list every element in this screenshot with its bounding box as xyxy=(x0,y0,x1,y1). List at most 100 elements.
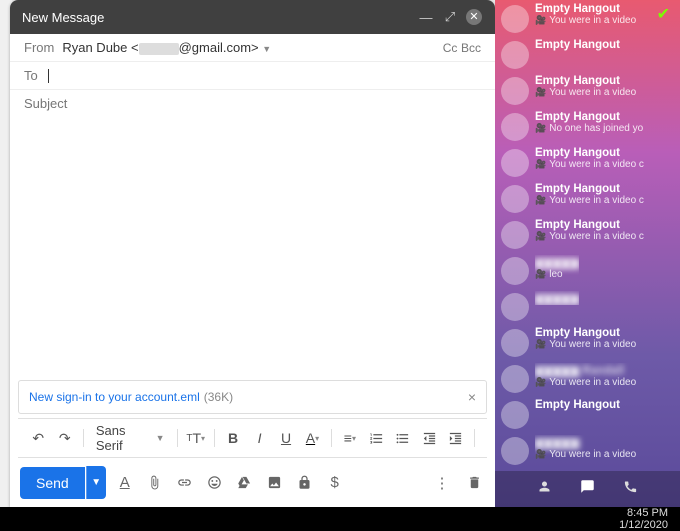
to-label: To xyxy=(24,68,38,83)
hangout-name: Empty Hangout xyxy=(535,327,636,339)
hangout-name: Empty Hangout xyxy=(535,75,636,87)
attach-icon[interactable] xyxy=(144,472,166,494)
emoji-icon[interactable] xyxy=(204,472,226,494)
hangout-sub: 🎥No one has joined yo xyxy=(535,123,643,134)
link-icon[interactable] xyxy=(174,472,196,494)
hangout-name: Empty Hangout xyxy=(535,219,644,231)
hangout-item[interactable]: ▆▆▆▆▆ 🎥You were in a video xyxy=(495,432,680,468)
hangout-item[interactable]: ▆▆▆▆▆ xyxy=(495,288,680,324)
taskbar[interactable]: 8:45 PM 1/12/2020 xyxy=(0,507,680,531)
hangout-item[interactable]: ▆▆▆▆▆ Randall🎥You were in a video xyxy=(495,360,680,396)
hangout-item[interactable]: Empty Hangout🎥You were in a video c xyxy=(495,180,680,216)
redo-icon[interactable]: ↷ xyxy=(52,425,76,451)
hangout-sub: 🎥You were in a video c xyxy=(535,159,644,170)
to-input[interactable] xyxy=(49,68,481,83)
hangout-name: Empty Hangout xyxy=(535,39,620,51)
hangout-item[interactable]: ▆▆▆▆▆ 🎥leo xyxy=(495,252,680,288)
attachment-remove-icon[interactable]: × xyxy=(468,389,476,405)
bcc-button[interactable]: Bcc xyxy=(461,41,481,55)
formatting-icon[interactable]: A xyxy=(114,472,136,494)
hangout-sub: 🎥leo xyxy=(535,269,579,280)
attachment-name: New sign-in to your account.eml xyxy=(29,390,200,404)
avatar xyxy=(501,77,529,105)
send-button[interactable]: Send xyxy=(20,467,85,499)
chat-icon[interactable] xyxy=(580,479,595,499)
subject-row[interactable] xyxy=(10,90,495,117)
hangout-item[interactable]: Empty Hangout🎥You were in a video xyxy=(495,324,680,360)
compose-header[interactable]: New Message — ⤢ ✕ xyxy=(10,0,495,34)
hangout-sub: 🎥You were in a video c xyxy=(535,231,644,242)
hangout-sub: 🎥You were in a video xyxy=(535,339,636,350)
body-editor[interactable] xyxy=(10,117,495,380)
hangout-item[interactable]: Empty Hangout🎥You were in a video xyxy=(495,0,680,36)
phone-icon[interactable] xyxy=(623,479,638,499)
money-icon[interactable]: $ xyxy=(324,472,346,494)
camera-icon: 🎥 xyxy=(535,123,546,134)
avatar xyxy=(501,113,529,141)
undo-icon[interactable]: ↶ xyxy=(26,425,50,451)
close-icon[interactable]: ✕ xyxy=(465,8,483,26)
confidential-icon[interactable] xyxy=(294,472,316,494)
compose-window: New Message — ⤢ ✕ From Ryan Dube <@gmail… xyxy=(10,0,495,507)
from-row[interactable]: From Ryan Dube <@gmail.com> ▼ Cc Bcc xyxy=(10,34,495,62)
hangout-item[interactable]: Empty Hangout🎥You were in a video c xyxy=(495,144,680,180)
avatar xyxy=(501,185,529,213)
align-icon[interactable]: ≡▾ xyxy=(338,425,362,451)
hangout-item[interactable]: Empty Hangout xyxy=(495,36,680,72)
more-icon[interactable]: ⋮ xyxy=(431,472,453,494)
hangout-item[interactable]: Empty Hangout🎥No one has joined yo xyxy=(495,108,680,144)
avatar xyxy=(501,41,529,69)
camera-icon: 🎥 xyxy=(535,339,546,350)
bold-icon[interactable]: B xyxy=(221,425,245,451)
photo-icon[interactable] xyxy=(264,472,286,494)
hangout-item[interactable]: Empty Hangout xyxy=(495,396,680,432)
indent-more-icon[interactable] xyxy=(444,425,468,451)
hangout-name: Empty Hangout xyxy=(535,183,644,195)
send-options-icon[interactable]: ▼ xyxy=(86,466,106,499)
clock[interactable]: 8:45 PM 1/12/2020 xyxy=(619,507,668,531)
camera-icon: 🎥 xyxy=(535,195,546,206)
attachment-size: (36K) xyxy=(204,390,233,404)
compose-title: New Message xyxy=(22,10,411,25)
hangout-name: Empty Hangout xyxy=(535,111,643,123)
ordered-list-icon[interactable] xyxy=(364,425,388,451)
to-row[interactable]: To xyxy=(10,62,495,90)
underline-icon[interactable]: U xyxy=(274,425,298,451)
status-check-icon: ✔ xyxy=(657,4,670,24)
indent-less-icon[interactable] xyxy=(417,425,441,451)
hangout-name: Empty Hangout xyxy=(535,3,636,15)
avatar xyxy=(501,329,529,357)
hangout-item[interactable]: Empty Hangout🎥You were in a video c xyxy=(495,216,680,252)
format-toolbar: ↶ ↷ Sans Serif▼ TT▾ B I U A▾ ≡▾ xyxy=(18,418,487,458)
camera-icon: 🎥 xyxy=(535,449,546,460)
cc-button[interactable]: Cc xyxy=(443,41,458,55)
subject-input[interactable] xyxy=(24,96,481,111)
bullet-list-icon[interactable] xyxy=(391,425,415,451)
attachment-chip[interactable]: New sign-in to your account.eml (36K) × xyxy=(18,380,487,414)
expand-icon[interactable]: ⤢ xyxy=(441,8,459,26)
hangouts-list[interactable]: Empty Hangout🎥You were in a videoEmpty H… xyxy=(495,0,680,471)
camera-icon: 🎥 xyxy=(535,15,546,26)
discard-icon[interactable] xyxy=(463,472,485,494)
font-size-icon[interactable]: TT▾ xyxy=(183,425,207,451)
avatar xyxy=(501,293,529,321)
font-select[interactable]: Sans Serif▼ xyxy=(90,423,171,453)
italic-icon[interactable]: I xyxy=(247,425,271,451)
camera-icon: 🎥 xyxy=(535,87,546,98)
avatar xyxy=(501,401,529,429)
text-color-icon[interactable]: A▾ xyxy=(300,425,324,451)
hangout-item[interactable]: Empty Hangout🎥You were in a video xyxy=(495,72,680,108)
hangout-sub: 🎥You were in a video xyxy=(535,87,636,98)
avatar xyxy=(501,221,529,249)
hangout-sub: 🎥You were in a video xyxy=(535,15,636,26)
drive-icon[interactable] xyxy=(234,472,256,494)
hangout-name: ▆▆▆▆▆ xyxy=(535,291,579,305)
avatar xyxy=(501,149,529,177)
hangouts-panel: ✔ Empty Hangout🎥You were in a videoEmpty… xyxy=(495,0,680,507)
hangout-sub: 🎥You were in a video xyxy=(535,449,636,460)
from-value: Ryan Dube <@gmail.com> ▼ xyxy=(62,40,271,55)
contacts-icon[interactable] xyxy=(537,479,552,499)
hangouts-footer xyxy=(495,471,680,507)
minimize-icon[interactable]: — xyxy=(417,8,435,26)
hangout-name: ▆▆▆▆▆ xyxy=(535,435,636,449)
